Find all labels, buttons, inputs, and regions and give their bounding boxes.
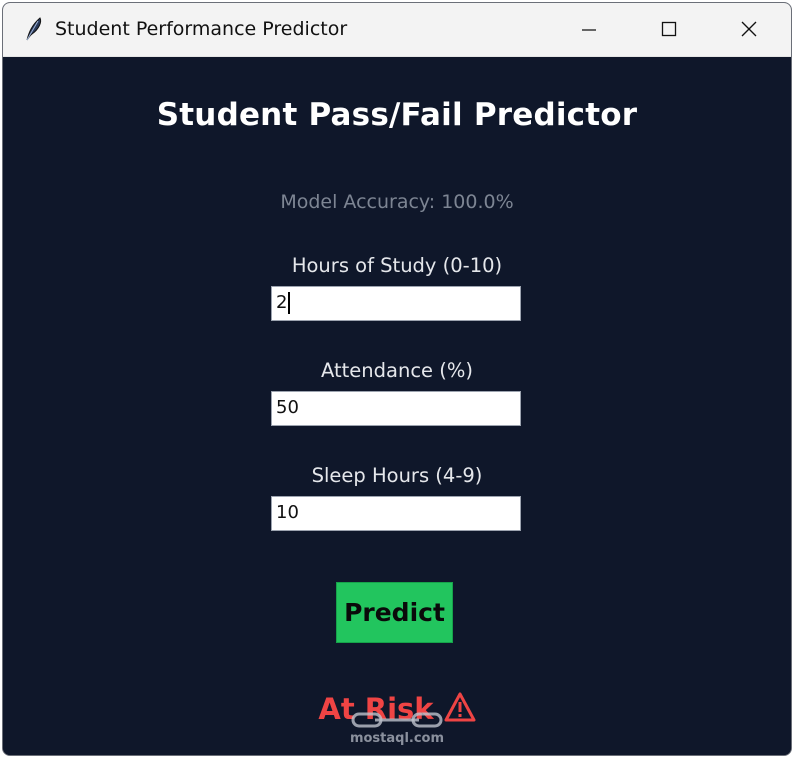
text-cursor	[288, 292, 291, 314]
minimize-icon	[582, 29, 596, 31]
minimize-button[interactable]	[549, 3, 629, 56]
page-title: Student Pass/Fail Predictor	[156, 97, 638, 133]
study-hours-value: 2	[276, 292, 288, 313]
sleep-hours-value: 10	[276, 502, 299, 523]
watermark-logo-icon	[351, 712, 443, 728]
study-hours-input[interactable]: 2	[271, 286, 521, 321]
model-accuracy-label: Model Accuracy: 100.0%	[280, 191, 514, 213]
close-icon	[741, 21, 757, 37]
feather-icon	[21, 16, 45, 42]
title-bar[interactable]: Student Performance Predictor	[3, 3, 791, 57]
attendance-label: Attendance (%)	[321, 359, 473, 382]
watermark-text: mostaql.com	[349, 731, 445, 746]
maximize-icon	[661, 21, 677, 37]
close-button[interactable]	[709, 3, 789, 56]
sleep-hours-label: Sleep Hours (4-9)	[311, 464, 483, 487]
predict-button[interactable]: Predict	[336, 582, 453, 643]
window-title: Student Performance Predictor	[55, 18, 348, 40]
warning-icon	[444, 692, 476, 729]
app-window: Student Performance Predictor Student Pa…	[2, 2, 792, 756]
study-hours-label: Hours of Study (0-10)	[291, 254, 503, 277]
main-panel: Student Pass/Fail Predictor Model Accura…	[3, 57, 791, 755]
attendance-value: 50	[276, 397, 299, 418]
attendance-input[interactable]: 50	[271, 391, 521, 426]
maximize-button[interactable]	[629, 3, 709, 56]
sleep-hours-input[interactable]: 10	[271, 496, 521, 531]
